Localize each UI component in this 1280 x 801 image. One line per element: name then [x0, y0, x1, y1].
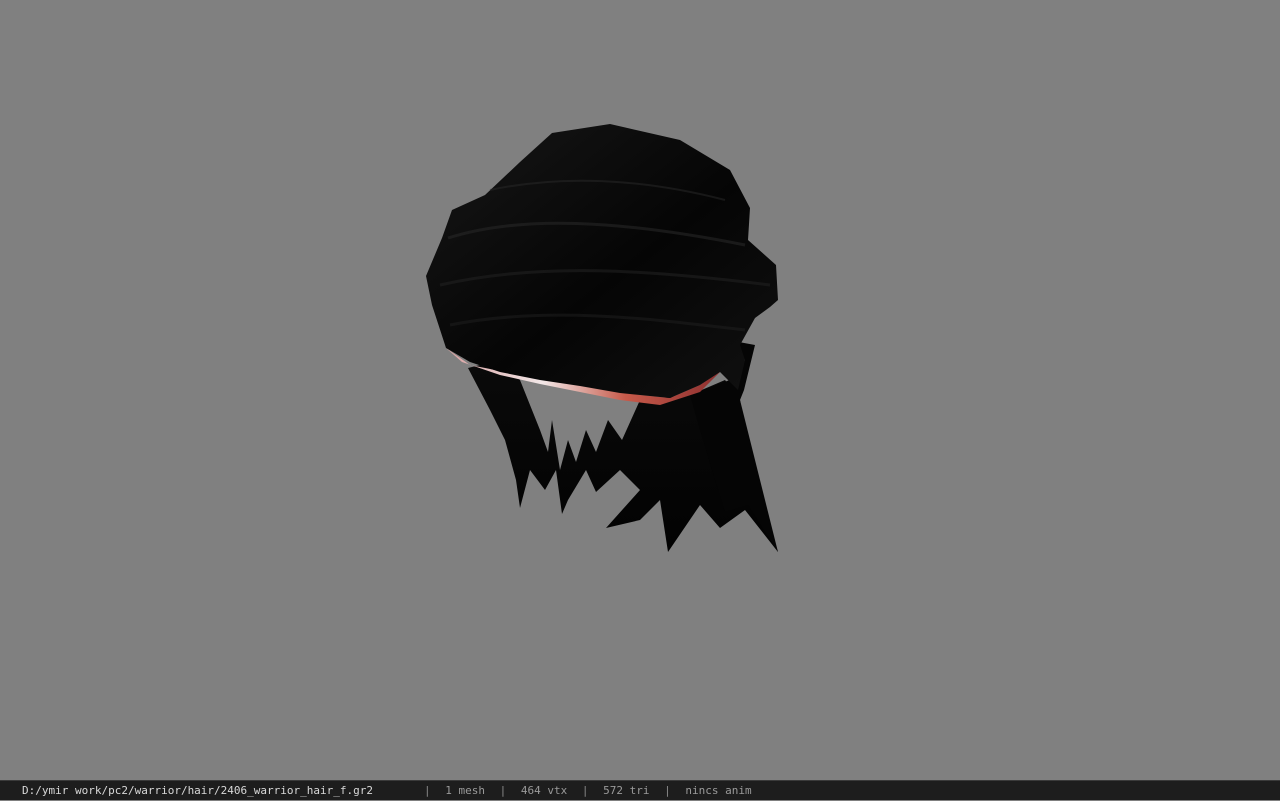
vertex-count: 464 vtx: [520, 784, 568, 797]
separator: |: [424, 784, 431, 797]
model-stats: | 1 mesh | 464 vtx | 572 tri | nincs ani…: [416, 781, 752, 801]
model-viewport[interactable]: [0, 0, 1280, 780]
mesh-count: 1 mesh: [445, 784, 485, 797]
animation-status: nincs anim: [685, 784, 752, 797]
separator: |: [664, 784, 671, 797]
file-path: D:/ymir work/pc2/warrior/hair/2406_warri…: [22, 784, 373, 797]
status-bar: D:/ymir work/pc2/warrior/hair/2406_warri…: [0, 780, 1280, 800]
separator: |: [499, 784, 507, 797]
bandana-cap: [426, 124, 778, 398]
hair-mesh-icon: [426, 124, 778, 552]
separator: |: [581, 784, 589, 797]
triangle-count: 572 tri: [603, 784, 650, 797]
